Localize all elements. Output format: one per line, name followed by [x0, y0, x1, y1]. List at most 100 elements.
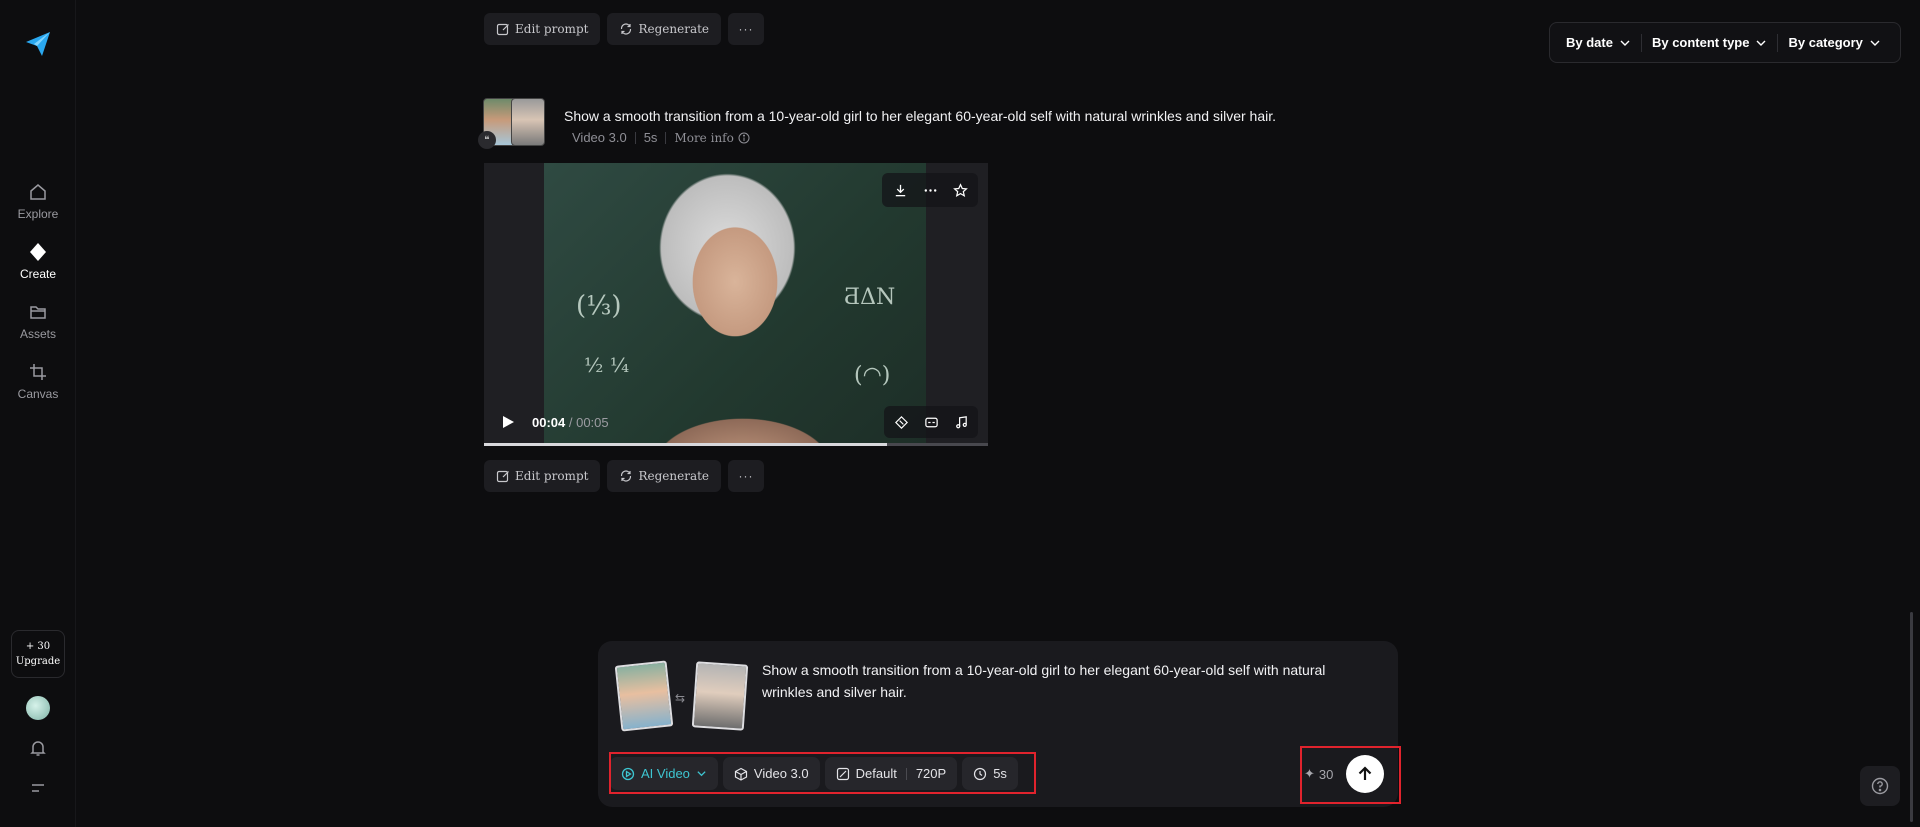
star-icon	[952, 182, 968, 197]
sidebar-item-label: Create	[19, 267, 57, 281]
end-frame-image[interactable]	[691, 661, 749, 731]
send-button[interactable]	[1346, 755, 1384, 793]
filter-by-date[interactable]: By date	[1556, 29, 1641, 57]
bell-icon[interactable]	[28, 738, 48, 758]
chevron-down-icon	[1620, 40, 1630, 46]
ratio-label: Default	[855, 766, 897, 781]
download-icon	[895, 184, 905, 196]
more-icon: ···	[738, 22, 754, 36]
regenerate-button[interactable]: Regenerate	[607, 460, 722, 492]
chalk-fraction: (⅓)	[576, 291, 622, 321]
video-bottom-controls	[884, 406, 978, 438]
quote-icon: ❝	[478, 131, 496, 149]
refresh-icon	[621, 470, 632, 482]
edit-icon	[496, 470, 509, 483]
edit-prompt-button[interactable]: Edit prompt	[484, 13, 601, 45]
mode-select[interactable]: AI Video	[610, 757, 718, 790]
ai-video-icon	[621, 767, 635, 780]
more-info-link[interactable]: More info	[674, 130, 750, 145]
chalk-numbers: ½ ¼	[584, 353, 630, 377]
subtitles-button[interactable]	[917, 409, 945, 435]
aspect-ratio-icon	[836, 767, 849, 780]
more-button[interactable]: ···	[728, 460, 765, 492]
video-progress-bar[interactable]	[484, 443, 988, 446]
sparkle-icon: ✦	[1304, 766, 1315, 781]
video-more-button[interactable]	[916, 177, 944, 203]
music-button[interactable]	[947, 409, 975, 435]
model-label: Video 3.0	[753, 766, 809, 781]
current-time: 00:04	[532, 415, 566, 430]
clock-icon	[974, 767, 987, 780]
sidebar: Explore Create Assets Canvas + 30 Upgrad…	[0, 0, 76, 827]
video-progress-fill	[484, 443, 888, 446]
sidebar-item-create[interactable]: Create	[0, 242, 76, 281]
scrollbar[interactable]	[1910, 612, 1913, 822]
video-top-controls	[882, 173, 978, 207]
edit-icon	[496, 23, 509, 36]
sidebar-item-label: Assets	[19, 327, 56, 341]
aspect-resolution-select[interactable]: Default 720P	[824, 757, 958, 790]
chalk-circle: (◠)	[854, 363, 891, 388]
more-info-label: More info	[674, 130, 734, 145]
filter-by-date-label: By date	[1566, 35, 1613, 50]
model-select[interactable]: Video 3.0	[722, 757, 820, 790]
info-icon	[738, 132, 750, 143]
sidebar-item-assets[interactable]: Assets	[0, 302, 76, 341]
filter-bar: By date By content type By category	[1549, 22, 1901, 63]
app-logo[interactable]	[22, 28, 54, 60]
video-player[interactable]: (⅓) ƋΔΝ ½ ¼ (◠) 00:04 / 00:05	[484, 163, 988, 446]
filter-by-category[interactable]: By category	[1778, 29, 1890, 57]
regenerate-button[interactable]: Regenerate	[607, 13, 722, 45]
chalk-symbols: ƋΔΝ	[844, 285, 896, 310]
sidebar-item-canvas[interactable]: Canvas	[0, 362, 76, 401]
generation-options: AI Video Video 3.0 Default 720P 5s	[610, 757, 1018, 790]
refresh-icon	[621, 23, 632, 35]
lip-sync-button[interactable]	[887, 409, 915, 435]
filter-by-content-type[interactable]: By content type	[1642, 29, 1778, 57]
time-separator: /	[565, 415, 577, 430]
avatar[interactable]	[26, 696, 50, 720]
prompt-composer: ⇆ Show a smooth transition from a 10-yea…	[598, 641, 1398, 807]
generation-meta: Video 3.0 5s More info	[572, 130, 750, 145]
generation-cost: ✦ 30	[1304, 766, 1333, 782]
edit-prompt-label: Edit prompt	[515, 469, 589, 483]
mode-label: AI Video	[641, 766, 690, 781]
upgrade-button[interactable]: + 30 Upgrade	[11, 630, 65, 678]
action-row-top: Edit prompt Regenerate ···	[484, 13, 765, 45]
sidebar-item-explore[interactable]: Explore	[0, 182, 76, 221]
subtitles-icon	[924, 417, 938, 427]
duration-label: 5s	[643, 130, 658, 145]
help-button[interactable]	[1860, 766, 1900, 806]
video-timestamp: 00:04 / 00:05	[532, 415, 609, 430]
sidebar-item-label: Canvas	[17, 387, 59, 401]
cost-value: 30	[1318, 766, 1334, 782]
duration-select[interactable]: 5s	[962, 757, 1018, 790]
help-icon	[1871, 777, 1889, 795]
filter-by-content-type-label: By content type	[1651, 35, 1750, 50]
edit-prompt-label: Edit prompt	[515, 22, 589, 36]
action-row-bottom: Edit prompt Regenerate ···	[484, 460, 765, 492]
more-button[interactable]: ···	[728, 13, 765, 45]
regenerate-label: Regenerate	[638, 469, 710, 483]
divider	[665, 131, 667, 144]
start-frame-image[interactable]	[614, 660, 674, 732]
folder-icon	[30, 306, 46, 319]
edit-prompt-button[interactable]: Edit prompt	[484, 460, 601, 492]
crop-icon	[30, 364, 46, 380]
swap-icon[interactable]: ⇆	[675, 691, 685, 705]
home-icon	[30, 184, 46, 200]
diamond-outline-icon	[894, 415, 908, 429]
chevron-down-icon	[1756, 40, 1766, 46]
filter-by-category-label: By category	[1788, 35, 1863, 50]
download-button[interactable]	[886, 177, 914, 203]
favorite-button[interactable]	[946, 177, 974, 203]
duration-label: 5s	[993, 766, 1007, 781]
more-icon: ···	[738, 469, 754, 483]
prompt-input[interactable]: Show a smooth transition from a 10-year-…	[762, 659, 1372, 703]
menu-icon[interactable]	[28, 778, 48, 798]
play-icon[interactable]	[500, 414, 516, 430]
total-time: 00:05	[576, 415, 609, 430]
model-label: Video 3.0	[572, 130, 627, 145]
regenerate-label: Regenerate	[638, 22, 710, 36]
older-woman-thumbnail	[511, 98, 545, 146]
